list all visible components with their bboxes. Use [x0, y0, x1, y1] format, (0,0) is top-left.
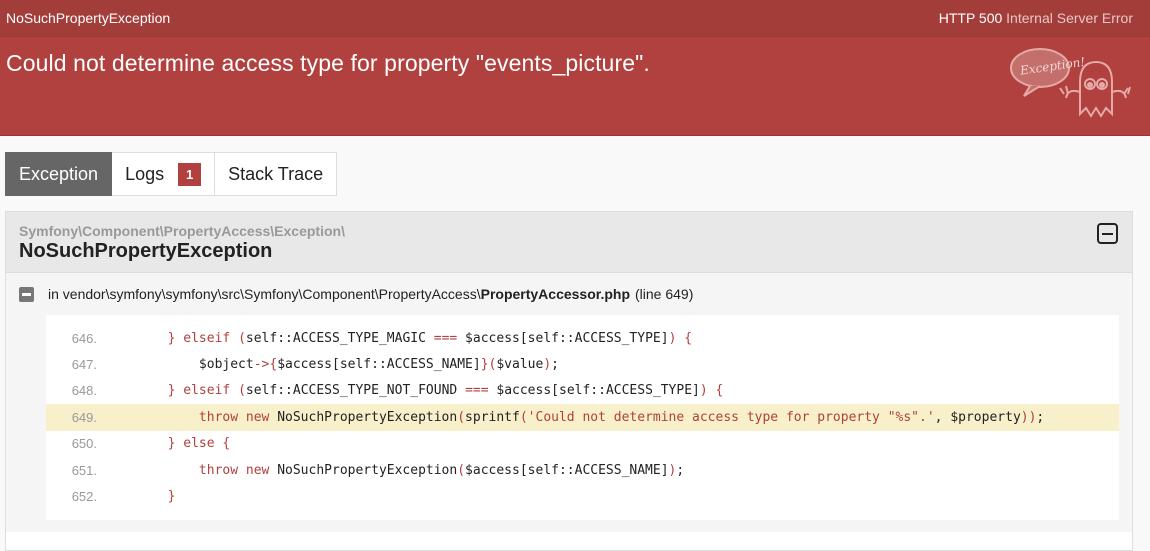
code-line-number: 651. — [71, 462, 97, 478]
code-line-text: throw new NoSuchPropertyException($acces… — [198, 462, 685, 478]
code-line-text: } else { — [167, 436, 231, 452]
code-line-number: 648. — [71, 383, 97, 399]
trace-path: in vendor\symfony\symfony\src\Symfony\Co… — [48, 286, 481, 302]
error-topbar: NoSuchPropertyException HTTP 500 Interna… — [0, 0, 1150, 37]
code-line-text: } elseif (self::ACCESS_TYPE_MAGIC === $a… — [167, 330, 693, 346]
code-line-number: 647. — [71, 357, 97, 373]
code-line: 646. } elseif (self::ACCESS_TYPE_MAGIC =… — [46, 325, 1119, 351]
exception-class-title: NoSuchPropertyException — [6, 10, 171, 26]
tab-stack-trace-label: Stack Trace — [228, 163, 324, 184]
code-line-text: $object->{$access[self::ACCESS_NAME]}($v… — [105, 357, 559, 373]
collapse-toggle-icon[interactable] — [1097, 223, 1118, 244]
code-line-number: 652. — [71, 489, 97, 505]
code-line: 649. throw new NoSuchPropertyException(s… — [46, 404, 1119, 431]
tab-exception-label: Exception — [19, 163, 99, 184]
logs-count-badge: 1 — [178, 162, 202, 186]
code-line: 651. throw new NoSuchPropertyException($… — [46, 457, 1119, 483]
http-status: HTTP 500 Internal Server Error — [939, 10, 1133, 26]
trace-location: in vendor\symfony\symfony\src\Symfony\Co… — [6, 273, 1132, 315]
code-line: 650. } else { — [46, 431, 1119, 457]
exception-name: NoSuchPropertyException — [19, 240, 273, 262]
http-status-code: HTTP 500 — [938, 10, 1003, 26]
collapse-trace-icon[interactable] — [19, 286, 34, 302]
exception-ghost-icon: Exception! — [1010, 48, 1131, 118]
tab-exception[interactable]: Exception — [5, 152, 113, 196]
code-snippet-wrap: 646. } elseif (self::ACCESS_TYPE_MAGIC =… — [6, 315, 1132, 532]
trace-file[interactable]: PropertyAccessor.php — [481, 286, 630, 302]
code-line: 648. } elseif (self::ACCESS_TYPE_NOT_FOU… — [46, 378, 1119, 404]
tab-logs-label: Logs — [125, 163, 165, 184]
exception-message: Could not determine access type for prop… — [6, 50, 650, 76]
code-line-text: } — [167, 489, 176, 505]
exception-panel-header: Symfony\Component\PropertyAccess\Excepti… — [6, 212, 1132, 273]
code-line: 647. $object->{$access[self::ACCESS_NAME… — [46, 351, 1119, 377]
code-line-number: 646. — [71, 330, 97, 346]
tab-logs[interactable]: Logs 1 — [112, 152, 216, 196]
error-header: NoSuchPropertyException HTTP 500 Interna… — [0, 0, 1150, 136]
code-line-number: 649. — [71, 409, 97, 425]
trace-line-number: (line 649) — [635, 286, 694, 302]
code-line-text: throw new NoSuchPropertyException(sprint… — [198, 409, 1045, 425]
code-line-text: } elseif (self::ACCESS_TYPE_NOT_FOUND ==… — [167, 383, 724, 399]
exception-panel: Symfony\Component\PropertyAccess\Excepti… — [5, 211, 1133, 551]
tab-bar: Exception Logs 1 Stack Trace — [5, 152, 338, 196]
code-line-number: 650. — [71, 436, 97, 452]
code-snippet: 646. } elseif (self::ACCESS_TYPE_MAGIC =… — [46, 315, 1119, 520]
exception-namespace: Symfony\Component\PropertyAccess\Excepti… — [19, 223, 345, 239]
code-line: 652. } — [46, 483, 1119, 509]
http-status-text: Internal Server Error — [1006, 10, 1133, 26]
tab-stack-trace[interactable]: Stack Trace — [215, 152, 338, 196]
